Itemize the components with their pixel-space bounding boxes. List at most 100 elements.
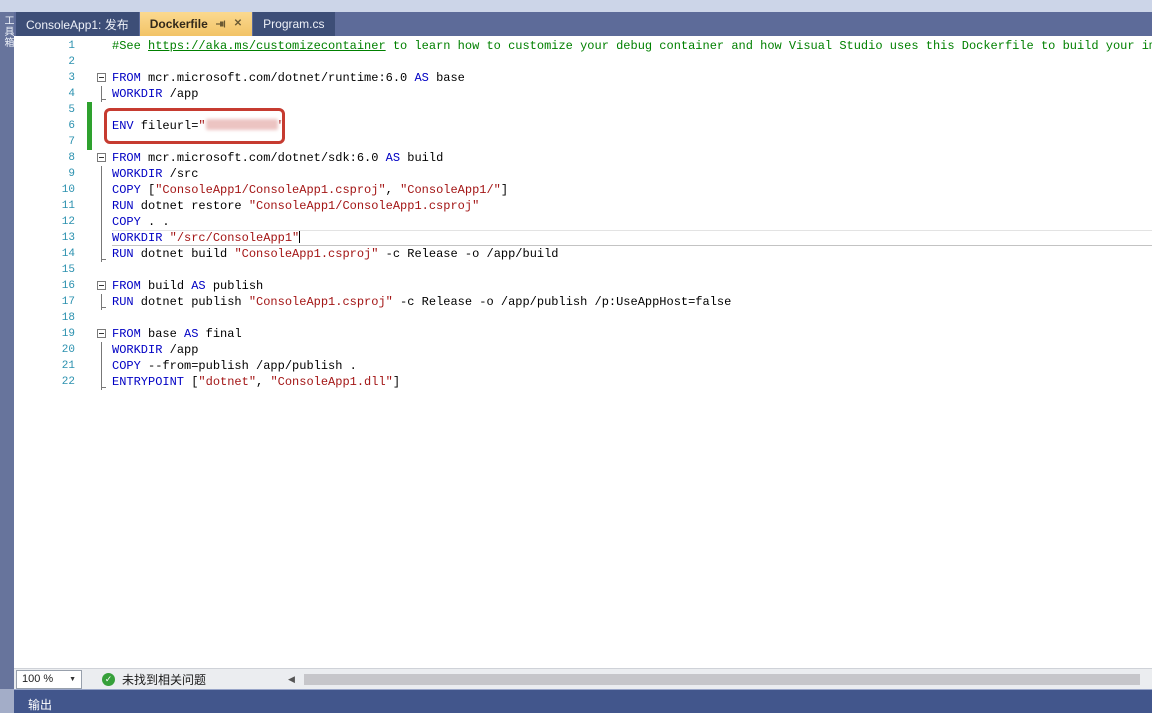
outlining-margin: [94, 294, 112, 310]
output-panel-header[interactable]: 输出: [14, 689, 1152, 713]
code-token: "ConsoleApp1.csproj": [234, 247, 378, 261]
tab-label: Program.cs: [263, 17, 324, 31]
editor-status-row: 100 % ▼ ✓ 未找到相关问题 ◀: [14, 668, 1152, 689]
scrollbar-thumb[interactable]: [304, 674, 1140, 685]
tab-consoleapp1-publish[interactable]: ConsoleApp1: 发布: [16, 12, 139, 36]
fold-collapse-toggle[interactable]: [97, 153, 106, 162]
horizontal-scrollbar[interactable]: ◀: [288, 671, 1150, 688]
code-token: -c Release -o /app/publish /p:UseAppHost…: [393, 295, 731, 309]
output-panel-strip: 输出: [0, 689, 1152, 713]
code-editor[interactable]: 1#See https://aka.ms/customizecontainer …: [14, 36, 1152, 668]
line-number: 20: [14, 342, 75, 358]
code-lines: 1#See https://aka.ms/customizecontainer …: [14, 38, 1152, 390]
code-token: ": [278, 119, 285, 133]
code-line[interactable]: 16FROM build AS publish: [14, 278, 1152, 294]
code-line[interactable]: 5: [14, 102, 1152, 118]
code-token: final: [198, 327, 241, 341]
code-text: FROM base AS final: [112, 326, 1152, 342]
line-number: 2: [14, 54, 75, 70]
code-line[interactable]: 8 FROM mcr.microsoft.com/dotnet/sdk:6.0 A…: [14, 150, 1152, 166]
line-number: 10: [14, 182, 75, 198]
code-token: . .: [141, 215, 170, 229]
change-tracking-margin: [75, 150, 94, 166]
code-line[interactable]: 4WORKDIR /app: [14, 86, 1152, 102]
code-line[interactable]: 17RUN dotnet publish "ConsoleApp1.csproj…: [14, 294, 1152, 310]
change-tracking-margin: [75, 310, 94, 326]
code-token: WORKDIR: [112, 343, 162, 357]
code-token: /app: [162, 87, 198, 101]
code-line[interactable]: 21COPY --from=publish /app/publish .: [14, 358, 1152, 374]
code-token: [162, 231, 169, 245]
code-line[interactable]: 2: [14, 54, 1152, 70]
code-token: COPY: [112, 215, 141, 229]
outlining-guide-line: [101, 166, 102, 182]
pin-icon[interactable]: [215, 18, 227, 30]
code-text: FROM mcr.microsoft.com/dotnet/sdk:6.0 AS…: [112, 150, 1152, 166]
code-line[interactable]: 9WORKDIR /src: [14, 166, 1152, 182]
code-token: ENTRYPOINT: [112, 375, 184, 389]
tab-program-cs[interactable]: Program.cs: [253, 12, 334, 36]
outlining-guide-end: [101, 99, 106, 100]
code-line[interactable]: 20WORKDIR /app: [14, 342, 1152, 358]
close-icon[interactable]: ✕: [234, 19, 242, 29]
health-indicator[interactable]: ✓ 未找到相关问题: [102, 671, 280, 688]
code-text: WORKDIR "/src/ConsoleApp1": [112, 230, 1152, 246]
line-number: 13: [14, 230, 75, 246]
change-tracking-margin: [75, 134, 94, 150]
code-line[interactable]: 3FROM mcr.microsoft.com/dotnet/runtime:6…: [14, 70, 1152, 86]
code-token: FROM: [112, 279, 141, 293]
change-tracking-margin: [75, 166, 94, 182]
code-token: "dotnet": [198, 375, 256, 389]
fold-collapse-toggle[interactable]: [97, 329, 106, 338]
fold-collapse-toggle[interactable]: [97, 281, 106, 290]
change-tracking-margin: [75, 70, 94, 86]
code-line[interactable]: 14RUN dotnet build "ConsoleApp1.csproj" …: [14, 246, 1152, 262]
code-token: #See: [112, 39, 148, 53]
outlining-margin: [94, 70, 112, 86]
code-line[interactable]: 22ENTRYPOINT ["dotnet", "ConsoleApp1.dll…: [14, 374, 1152, 390]
code-line[interactable]: 18: [14, 310, 1152, 326]
code-line[interactable]: 12COPY . .: [14, 214, 1152, 230]
code-line[interactable]: 11RUN dotnet restore "ConsoleApp1/Consol…: [14, 198, 1152, 214]
outlining-margin: [94, 118, 112, 134]
zoom-level-select[interactable]: 100 % ▼: [16, 670, 82, 689]
outlining-margin: [94, 230, 112, 246]
line-number: 8: [14, 150, 75, 166]
line-number: 11: [14, 198, 75, 214]
code-token: build: [400, 151, 443, 165]
outlining-guide-line: [101, 214, 102, 230]
code-token: /src: [162, 167, 198, 181]
code-line[interactable]: 7: [14, 134, 1152, 150]
tab-dockerfile[interactable]: Dockerfile ✕: [140, 12, 252, 36]
comment-link[interactable]: https://aka.ms/customizecontainer: [148, 39, 386, 53]
code-text: FROM mcr.microsoft.com/dotnet/runtime:6.…: [112, 70, 1152, 86]
code-line[interactable]: 15: [14, 262, 1152, 278]
scrollbar-left-arrow-icon[interactable]: ◀: [288, 674, 300, 685]
code-line[interactable]: 19 FROM base AS final: [14, 326, 1152, 342]
code-token: "ConsoleApp1.csproj": [249, 295, 393, 309]
code-line[interactable]: 6ENV fileurl="": [14, 118, 1152, 134]
health-message: 未找到相关问题: [122, 671, 206, 688]
outlining-margin: [94, 134, 112, 150]
scrollbar-track[interactable]: [300, 671, 1150, 688]
outlining-margin: [94, 198, 112, 214]
code-token: COPY: [112, 183, 141, 197]
fold-collapse-toggle[interactable]: [97, 73, 106, 82]
document-tab-bar: ConsoleApp1: 发布 Dockerfile ✕ Program.cs: [14, 12, 1152, 36]
window-top-strip: [0, 0, 1152, 12]
outlining-margin: [94, 86, 112, 102]
line-number: 14: [14, 246, 75, 262]
code-line[interactable]: 1#See https://aka.ms/customizecontainer …: [14, 38, 1152, 54]
output-panel-title: 输出: [28, 698, 52, 712]
line-number: 19: [14, 326, 75, 342]
outlining-margin: [94, 54, 112, 70]
code-token: AS: [191, 279, 205, 293]
code-line[interactable]: 10COPY ["ConsoleApp1/ConsoleApp1.csproj"…: [14, 182, 1152, 198]
sidebar-tab-toolbox[interactable]: 工具箱: [1, 15, 14, 48]
code-token: RUN: [112, 199, 134, 213]
code-token: AS: [414, 71, 428, 85]
outlining-margin: [94, 166, 112, 182]
code-line[interactable]: 13 WORKDIR "/src/ConsoleApp1": [14, 230, 1152, 246]
left-sidebar: 工具箱: [0, 12, 14, 689]
change-tracking-margin: [75, 38, 94, 54]
